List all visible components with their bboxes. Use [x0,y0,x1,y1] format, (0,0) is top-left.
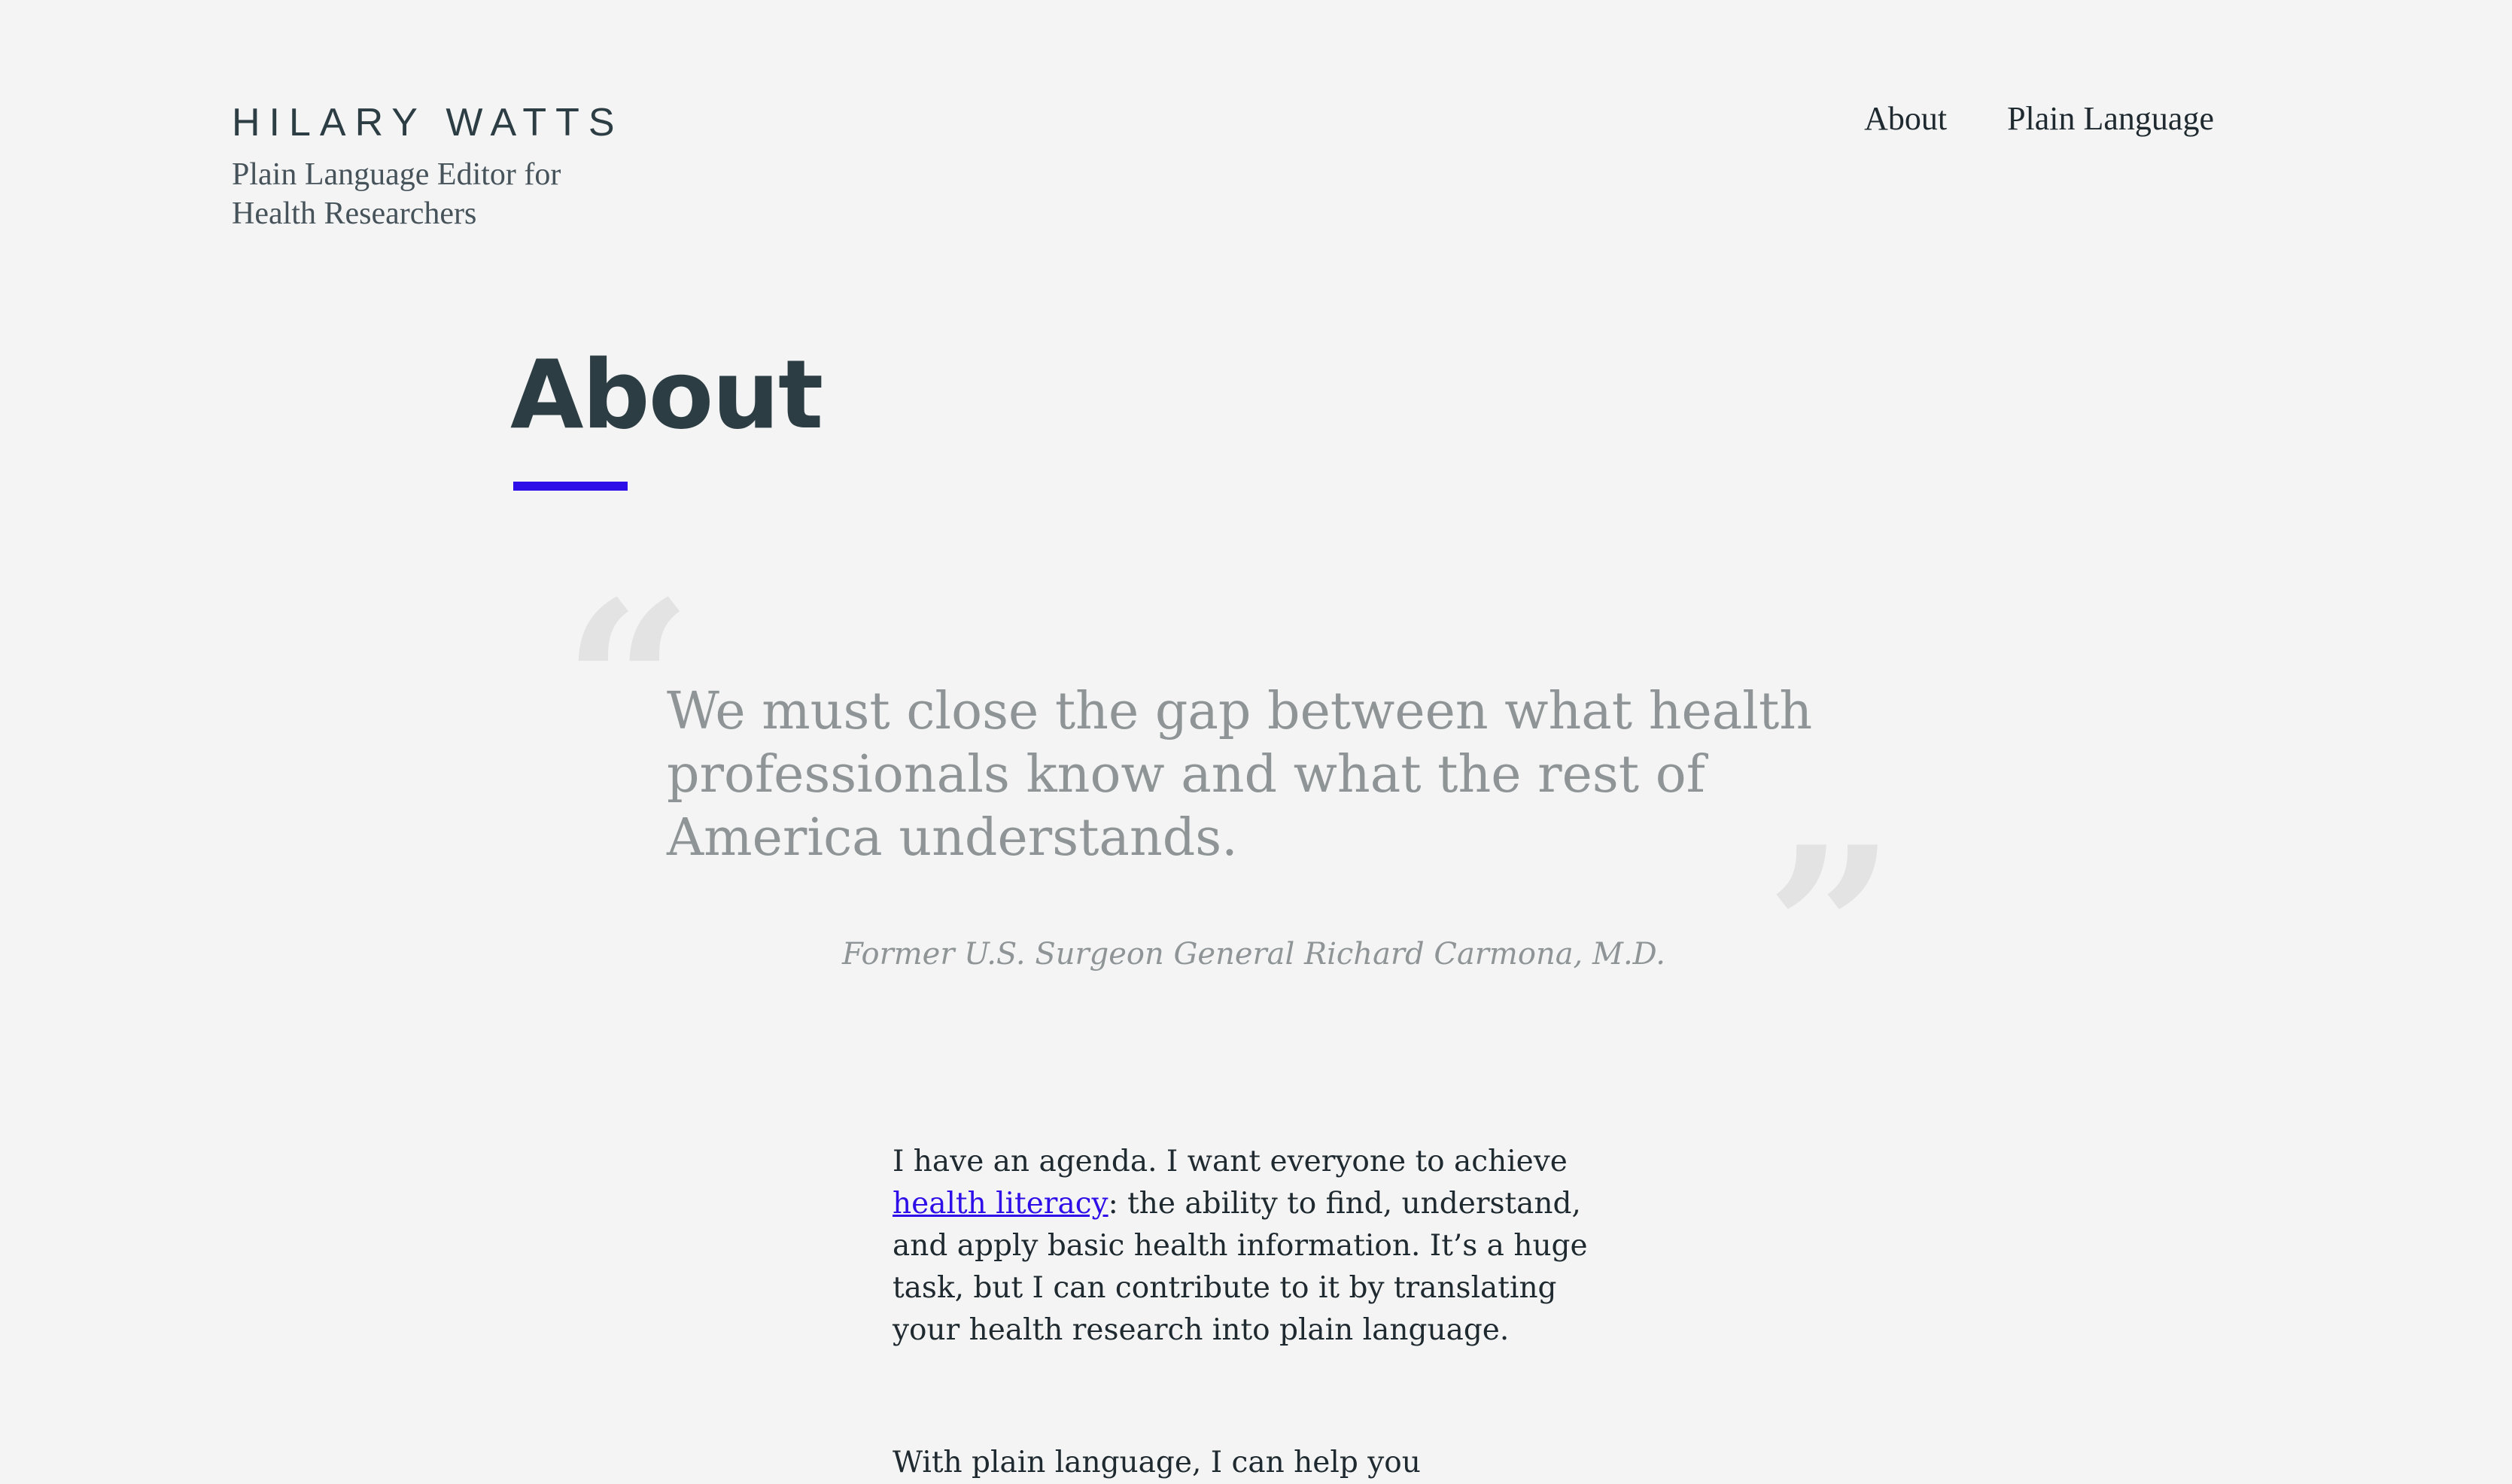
health-literacy-link[interactable]: health literacy [893,1187,1109,1221]
main-nav: About Plain Language [1864,96,2214,141]
site-tagline: Plain Language Editor for Health Researc… [232,157,561,231]
page-title: About [510,339,823,450]
close-quote-icon: ” [1765,797,1896,1063]
site-name[interactable]: HILARY WATTS [232,99,624,146]
nav-link-plain-language[interactable]: Plain Language [2007,96,2214,141]
intro-text-start: I have an agenda. I want everyone to ach… [893,1145,1568,1178]
brand[interactable]: HILARY WATTS Plain Language Editor for H… [232,99,624,233]
intro-paragraph: I have an agenda. I want everyone to ach… [893,1141,1600,1352]
nav-link-about[interactable]: About [1864,96,1947,141]
pull-quote: We must close the gap between what healt… [667,682,1813,868]
second-paragraph: With plain language, I can help you comm… [893,1446,1421,1479]
title-underline [513,482,628,491]
quote-attribution: Former U.S. Surgeon General Richard Carm… [841,937,1666,972]
